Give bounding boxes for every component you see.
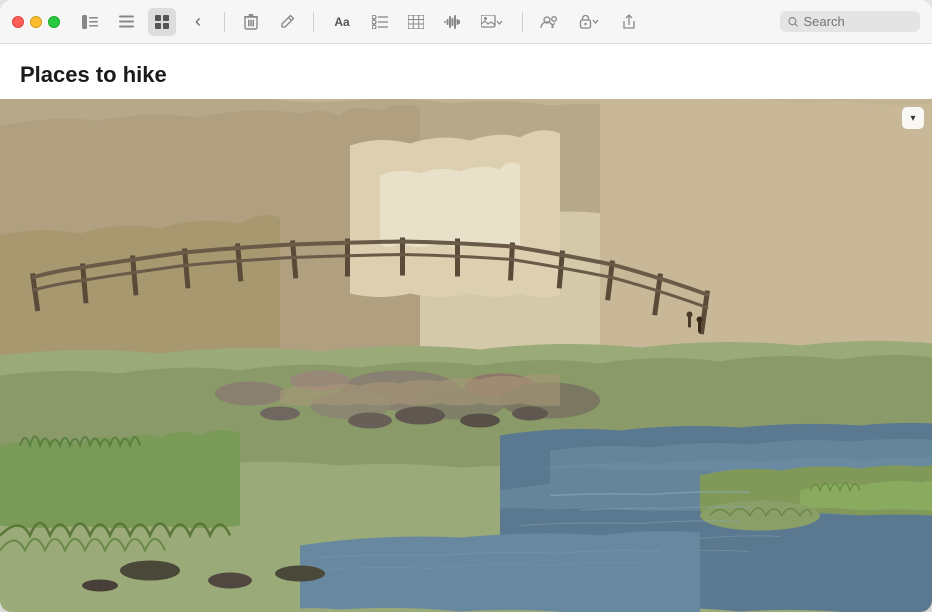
back-button[interactable]: ‹ xyxy=(184,8,212,36)
delete-button[interactable] xyxy=(237,8,265,36)
media-button[interactable] xyxy=(474,8,510,36)
sidebar-toggle-button[interactable] xyxy=(76,8,104,36)
checklist-button[interactable] xyxy=(366,8,394,36)
note-content: Places to hike xyxy=(0,44,932,612)
separator-2 xyxy=(313,12,314,32)
search-box[interactable] xyxy=(780,11,920,32)
separator-1 xyxy=(224,12,225,32)
main-window: ‹ Aa xyxy=(0,0,932,612)
image-dropdown-button[interactable]: ▾ xyxy=(902,107,924,129)
close-button[interactable] xyxy=(12,16,24,28)
note-image: ▾ xyxy=(0,99,932,612)
fullscreen-button[interactable] xyxy=(48,16,60,28)
format-text-button[interactable]: Aa xyxy=(326,8,358,36)
separator-3 xyxy=(522,12,523,32)
edit-button[interactable] xyxy=(273,8,301,36)
table-button[interactable] xyxy=(402,8,430,36)
minimize-button[interactable] xyxy=(30,16,42,28)
share-button[interactable] xyxy=(615,8,643,36)
lock-button[interactable] xyxy=(571,8,607,36)
collaborate-button[interactable] xyxy=(535,8,563,36)
search-input[interactable] xyxy=(804,14,913,29)
grid-view-button[interactable] xyxy=(148,8,176,36)
titlebar: ‹ Aa xyxy=(0,0,932,44)
search-icon xyxy=(788,16,799,28)
traffic-lights xyxy=(12,16,60,28)
audio-button[interactable] xyxy=(438,8,466,36)
note-title: Places to hike xyxy=(20,62,167,88)
list-view-button[interactable] xyxy=(112,8,140,36)
landscape-svg xyxy=(0,99,932,612)
